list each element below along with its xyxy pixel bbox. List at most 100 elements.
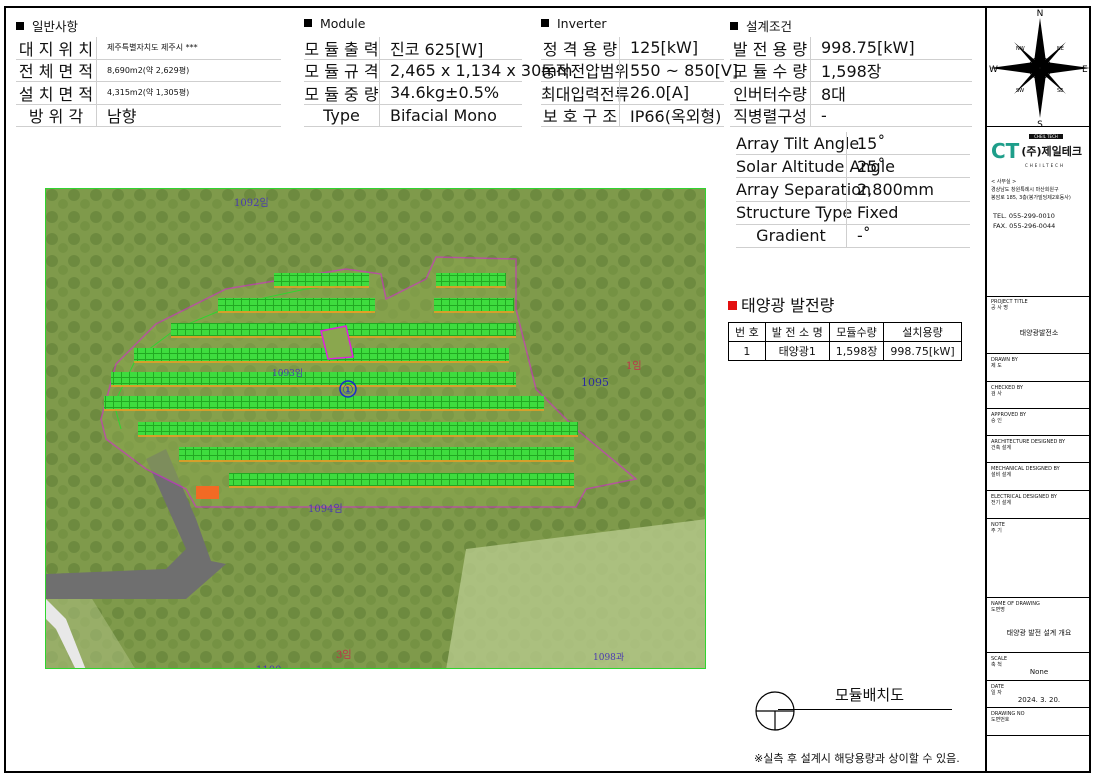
parcel-label: 1100 (256, 665, 281, 669)
title-block-cell-label: ARCHITECTURE DESIGNED BY 건축 설계 (991, 439, 1066, 452)
spec-key: 전 체 면 적 (18, 62, 94, 82)
title-block-cell-label: NAME OF DRAWING 도면명 (991, 601, 1040, 614)
title-block-cell-label: ELECTRICAL DESIGNED BY 전기 설계 (991, 494, 1057, 507)
title-block-cell: ARCHITECTURE DESIGNED BY 건축 설계 (987, 436, 1091, 463)
spec-row: 모 듈 출 력 진코 625[W] (304, 37, 522, 60)
spec-value: -˚ (846, 224, 970, 247)
power-title: 태양광 발전량 (728, 292, 834, 316)
compass-nw: NW (1016, 46, 1025, 52)
company-logo: CHEIL TECH CT (주)제일테크 CHEILTECH (991, 134, 1089, 168)
spec-key: Array Separation (736, 179, 872, 199)
module-array-row (104, 396, 544, 409)
section-symbol-icon (755, 691, 795, 731)
module-array-row (436, 273, 506, 286)
title-block-cell-label: DRAWING NO 도면번호 (991, 711, 1025, 724)
spec-row: 발 전 용 량 998.75[kW] (730, 37, 972, 60)
spec-row: 정 격 용 량 125[kW] (541, 37, 724, 60)
spec-row: 최대입력전류 26.0[A] (541, 82, 724, 105)
red-square-icon (728, 301, 737, 310)
module-array-row (111, 372, 516, 385)
spec-key: 모 듈 수 량 (732, 62, 808, 82)
spec-value: - (810, 104, 972, 126)
spec-key: 보 호 구 조 (542, 107, 618, 127)
bullet-square-icon (541, 19, 549, 27)
module-array-row (179, 447, 574, 460)
spec-row: 모 듈 수 량 1,598장 (730, 59, 972, 82)
spec-row: Type Bifacial Mono (304, 104, 522, 127)
parcel-label: 1094임 (308, 502, 343, 515)
title-block-cell: APPROVED BY 승 인 (987, 409, 1091, 436)
spec-row: 모 듈 규 격 2,465 x 1,134 x 30mm (304, 59, 572, 82)
spec-row: Gradient -˚ (736, 224, 970, 248)
spec-value: 25˚ (846, 155, 970, 178)
module-array-row (434, 298, 514, 311)
spec-row: Structure Type Fixed (736, 201, 970, 225)
spec-value: 26.0[A] (619, 82, 724, 104)
title-block-cell: PROJECT TITLE 공 사 명 태양광발전소 (987, 296, 1091, 354)
parcel-label: 1098과 (593, 652, 624, 663)
title-block-cell: CHECKED BY 검 사 (987, 382, 1091, 409)
spec-row: 인버터수량 8대 (730, 82, 972, 105)
spec-value: 2,800mm (846, 178, 970, 201)
module-array-row (321, 298, 371, 311)
table-header-cell: 설치용량 (883, 322, 962, 342)
spec-key: 직병렬구성 (733, 107, 807, 127)
spec-key: 정 격 용 량 (542, 39, 618, 59)
spec-value: 2,465 x 1,134 x 30mm (379, 59, 572, 81)
title-block-cell-label: SCALE 축 척 (991, 656, 1008, 669)
spec-key: Gradient (756, 226, 826, 246)
spec-row: 모 듈 중 량 34.6kg±0.5% (304, 82, 522, 105)
title-block-cell-label: MECHANICAL DESIGNED BY 설비 설계 (991, 466, 1060, 479)
spec-row: 설 치 면 적 4,315m2(약 1,305평) (16, 82, 281, 105)
spec-value: Fixed (846, 201, 970, 224)
parcel-label: 1임 (626, 359, 642, 372)
spec-value: 34.6kg±0.5% (379, 82, 522, 104)
disclaimer-note: ※실측 후 설계시 해당용량과 상이할 수 있음. (754, 752, 960, 765)
spec-key: 방 위 각 (28, 107, 84, 127)
compass-e: E (1082, 65, 1088, 75)
module-array-row (138, 422, 578, 435)
compass-se: SE (1057, 88, 1063, 94)
spec-value: 진코 625[W] (379, 37, 522, 59)
compass-w: W (989, 65, 998, 75)
title-block-cell: DRAWN BY 제 도 (987, 354, 1091, 382)
design-title: 설계조건 (730, 16, 792, 35)
drawing-title: 모듈배치도 (835, 686, 905, 704)
spec-row: 직병렬구성 - (730, 104, 972, 127)
company-address: < 사무실 > 경상남도 창원특례시 마산회원구 봉암로 185, 3층(봉가빌… (991, 179, 1071, 201)
table-row: 1 태양광1 1,598장 998.75[kW] (728, 341, 962, 361)
spec-row: 동작전압범위 550 ~ 850[V] (541, 59, 738, 82)
title-block-cell-value: None (1029, 668, 1049, 676)
inverter-building (196, 486, 219, 499)
title-block-cell: SCALE 축 척 None (987, 653, 1091, 681)
parcel-label: 3임 (336, 648, 352, 661)
spec-row: Array Tilt Angle 15˚ (736, 132, 970, 156)
spec-value: 1,598장 (810, 59, 972, 81)
table-header-cell: 번 호 (728, 322, 766, 342)
title-block-cell-label: DRAWN BY 제 도 (991, 357, 1018, 370)
title-block-cell: NAME OF DRAWING 도면명태양광 발전 설계 개요 (987, 598, 1091, 653)
spec-key: 모 듈 출 력 (304, 39, 379, 59)
compass-ne: NE (1057, 46, 1064, 52)
spec-row: Array Separation 2,800mm (736, 178, 970, 202)
spec-value: Bifacial Mono (379, 104, 522, 126)
company-name: (주)제일테크 (1021, 145, 1082, 158)
spec-key: Solar Altitude Angle (736, 156, 895, 176)
site-aerial-map: ① 1092임 1093임 1095 1094임 1098과 3임 1임 110… (45, 188, 706, 669)
title-block-cell: DATE 일 자 2024. 3. 20. (987, 681, 1091, 708)
spec-row: Solar Altitude Angle 25˚ (736, 155, 970, 179)
table-cell: 998.75[kW] (883, 341, 962, 361)
spec-key: 발 전 용 량 (732, 39, 808, 59)
title-block-cell-value: 태양광발전소 (1019, 329, 1059, 337)
title-block-cell: MECHANICAL DESIGNED BY 설비 설계 (987, 463, 1091, 491)
parcel-label: 1093임 (272, 367, 303, 379)
spec-value: 남향 (96, 104, 281, 126)
spec-row: 방 위 각 남향 (16, 104, 281, 127)
parcel-label: 1092임 (234, 196, 269, 209)
module-array-row (134, 348, 509, 361)
title-block-cell-value: 태양광 발전 설계 개요 (1006, 629, 1072, 637)
spec-value: IP66(옥외형) (619, 104, 724, 126)
spec-key: 인버터수량 (733, 84, 807, 104)
module-array-row (229, 473, 574, 486)
spec-key: 설 치 면 적 (18, 84, 94, 104)
